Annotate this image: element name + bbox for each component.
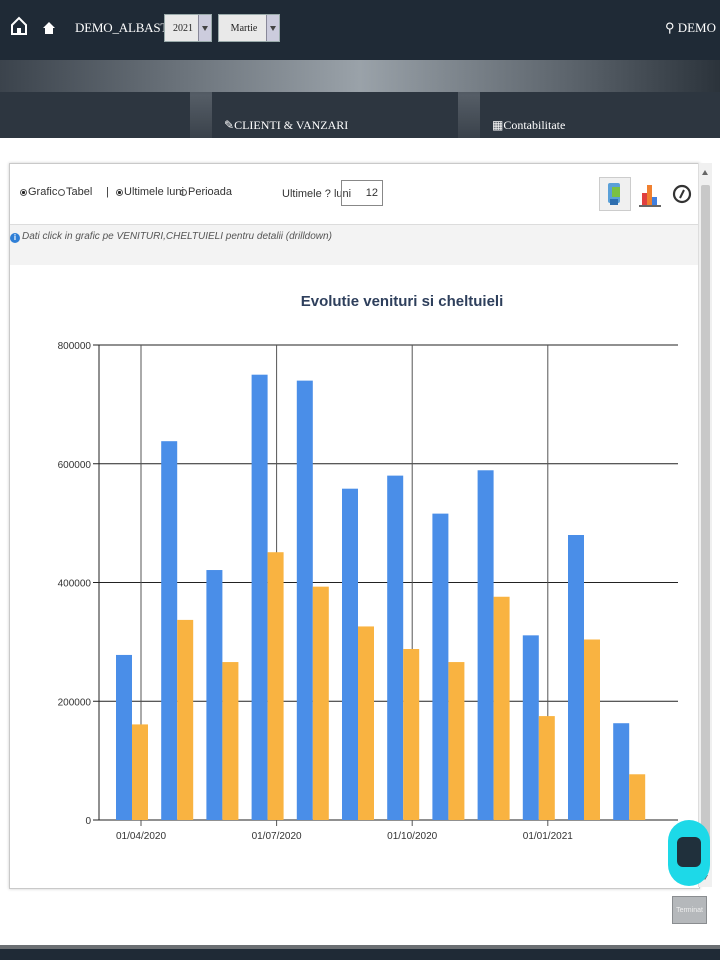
y-tick-label: 400000 — [58, 579, 92, 590]
chart-title: Evolutie venituri si cheltuieli — [301, 293, 504, 310]
calculator-icon: ▦ — [492, 118, 504, 132]
venituri-bar[interactable] — [342, 488, 358, 820]
chevron-down-icon — [198, 15, 211, 41]
view-radio-tabel[interactable]: Tabel — [58, 186, 92, 198]
house-icon[interactable] — [43, 22, 55, 34]
cheltuieli-bar[interactable] — [267, 552, 284, 820]
info-icon: i — [10, 233, 20, 243]
y-tick-label: 200000 — [58, 697, 92, 708]
period-radio-perioada[interactable]: Perioada — [180, 186, 232, 198]
chart-toolbar: Grafic Tabel | Ultimele luni Perioada Ul… — [10, 164, 699, 225]
chat-button[interactable] — [668, 820, 710, 886]
venituri-bar[interactable] — [387, 475, 404, 820]
chat-icon — [677, 837, 701, 867]
home-outline-icon[interactable] — [10, 16, 28, 36]
scroll-thumb[interactable] — [701, 185, 710, 865]
top-bar: DEMO_ALBASTRU 2021 Martie ⚲ DEMO — [0, 0, 720, 60]
period-radio-ultimele-luni[interactable]: Ultimele luni — [116, 186, 184, 198]
cheltuieli-bar[interactable] — [493, 596, 510, 820]
bar-chart-icon[interactable] — [634, 177, 666, 211]
nav-tab-contabilitate[interactable]: ▦Contabilitate — [480, 92, 720, 138]
cheltuieli-bar[interactable] — [132, 724, 148, 820]
x-tick-label: 01/07/2020 — [252, 831, 302, 842]
info-bar: i Dati click in grafic pe VENITURI,CHELT… — [10, 225, 699, 265]
cheltuieli-bar[interactable] — [222, 662, 239, 820]
venituri-bar[interactable] — [116, 654, 132, 820]
cheltuieli-bar[interactable] — [448, 662, 465, 820]
venituri-bar[interactable] — [522, 635, 539, 820]
compass-icon[interactable] — [666, 177, 698, 211]
cheltuieli-bar[interactable] — [538, 716, 555, 820]
cheltuieli-bar[interactable] — [358, 626, 374, 820]
revenue-expense-chart: Evolutie venituri si cheltuieli 0 200000 4… — [58, 293, 699, 842]
venituri-bar[interactable] — [568, 535, 584, 820]
months-input[interactable]: 12 — [341, 180, 383, 206]
finish-button[interactable]: Terminat — [672, 896, 707, 924]
drilldown-hint: Dati click in grafic pe VENITURI,CHELTUI… — [22, 231, 332, 242]
month-select[interactable]: Martie — [218, 14, 280, 42]
chart-panel: Grafic Tabel | Ultimele luni Perioada Ul… — [9, 163, 700, 889]
nav-tab-0[interactable] — [0, 92, 190, 138]
year-select[interactable]: 2021 — [164, 14, 212, 42]
venituri-bar[interactable] — [477, 470, 494, 820]
main-nav: ✎CLIENTI & VANZARI ▦Contabilitate — [0, 60, 720, 138]
venituri-bar[interactable] — [206, 570, 223, 820]
cheltuieli-bar[interactable] — [584, 639, 600, 821]
separator: | — [106, 186, 109, 198]
venituri-bar[interactable] — [613, 723, 630, 820]
x-tick-label: 01/04/2020 — [116, 831, 166, 842]
cheltuieli-bar[interactable] — [312, 586, 329, 820]
venituri-bar[interactable] — [161, 441, 178, 820]
cheltuieli-bar[interactable] — [403, 649, 420, 820]
scroll-up-arrow[interactable] — [702, 170, 708, 175]
y-tick-label: 600000 — [58, 460, 92, 471]
chart-view-icon[interactable] — [599, 177, 631, 211]
bottom-bar — [0, 945, 720, 960]
venituri-bar[interactable] — [432, 513, 449, 820]
user-icon: ⚲ — [664, 20, 675, 35]
vertical-scrollbar[interactable] — [698, 163, 712, 887]
y-tick-label: 800000 — [58, 341, 92, 352]
cheltuieli-bar[interactable] — [629, 774, 646, 820]
cheltuieli-bar[interactable] — [177, 619, 194, 820]
venituri-bar[interactable] — [296, 380, 313, 820]
x-tick-label: 01/01/2021 — [523, 831, 573, 842]
edit-icon: ✎ — [224, 118, 235, 132]
view-radio-grafic[interactable]: Grafic — [20, 186, 57, 198]
venituri-bar[interactable] — [251, 374, 268, 820]
x-tick-label: 01/10/2020 — [387, 831, 437, 842]
y-tick-label: 0 — [85, 816, 91, 827]
nav-tab-clienti-vanzari[interactable]: ✎CLIENTI & VANZARI — [212, 92, 458, 138]
user-menu[interactable]: ⚲ DEMO — [665, 20, 716, 36]
chevron-down-icon — [266, 15, 279, 41]
